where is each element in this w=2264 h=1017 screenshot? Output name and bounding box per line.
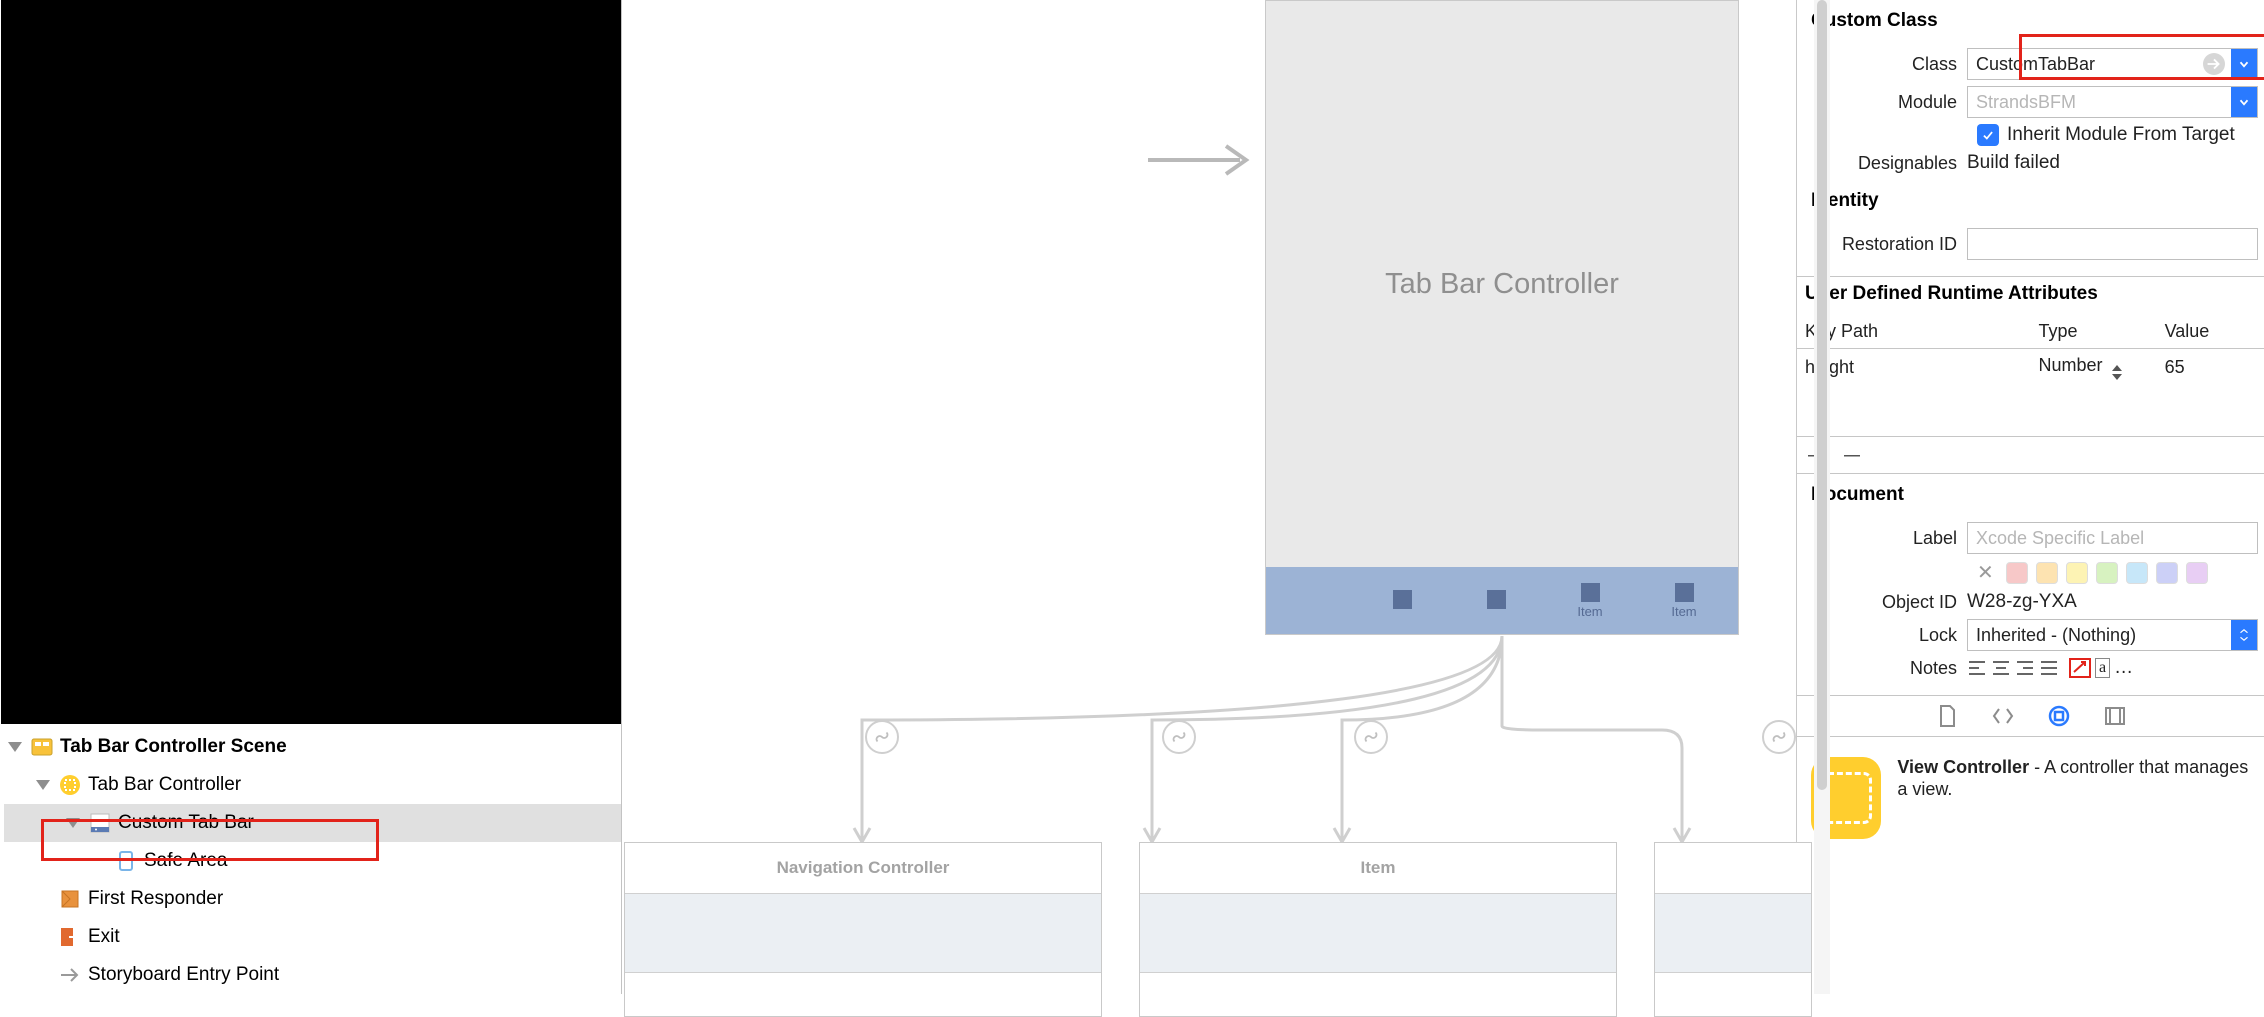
viewcontroller-icon [58,773,82,797]
destination-scene-partial[interactable] [1654,842,1812,1017]
scene-preview[interactable] [1,0,621,724]
outline-scene-label: Tab Bar Controller Scene [60,736,287,758]
dropdown-arrow-icon[interactable] [2231,87,2257,117]
media-library-icon[interactable] [2102,703,2128,729]
stepper-icon[interactable] [2112,365,2122,380]
entry-arrow-icon [1148,142,1258,178]
destination-scene-nav[interactable]: Navigation Controller [624,842,1102,1017]
inherit-label: Inherit Module From Target [2007,124,2235,146]
class-field[interactable]: CustomTabBar [1967,48,2258,80]
link-icon[interactable] [2069,658,2091,678]
segue-connector-icon[interactable] [1354,720,1388,754]
more-icon[interactable]: … [2114,657,2133,679]
outline-item-exit[interactable]: Exit [4,918,621,956]
scrollbar-thumb[interactable] [1817,0,1827,790]
destination-scene-item[interactable]: Item [1139,842,1617,1017]
cell-value: 65 [2157,349,2264,387]
font-a-icon[interactable]: a [2095,658,2110,678]
entrypoint-arrow-icon [58,963,82,987]
color-chip[interactable] [2006,562,2028,584]
restoration-id-field[interactable] [1967,228,2258,260]
label-color-chips: ✕ [1803,560,2258,585]
disclosure-triangle-icon[interactable] [8,742,22,752]
color-chip[interactable] [2126,562,2148,584]
first-responder-icon [58,887,82,911]
align-center-icon[interactable] [1991,658,2011,678]
destination-title [1655,843,1811,893]
object-id-value: W28-zg-YXA [1967,591,2258,613]
color-chip[interactable] [2096,562,2118,584]
file-template-icon[interactable] [1934,703,1960,729]
identity-inspector: Custom Class Class CustomTabBar Module S… [1796,0,2264,994]
class-value: CustomTabBar [1976,54,2203,75]
outline-item-label: Tab Bar Controller [88,774,241,796]
object-library-icon[interactable] [2046,703,2072,729]
segue-connector-icon[interactable] [865,720,899,754]
designables-value: Build failed [1967,152,2258,174]
section-title-identity: Identity [1803,184,2258,222]
dropdown-arrow-icon[interactable] [2231,620,2257,650]
outline-item-controller[interactable]: Tab Bar Controller [4,766,621,804]
disclosure-triangle-icon[interactable] [36,780,50,790]
tabbar-item-icon [88,811,112,835]
outline-scene-row[interactable]: Tab Bar Controller Scene [4,728,621,766]
outline-item-label: Exit [88,926,120,948]
storyboard-scene-icon [30,735,54,759]
library-item-title: View Controller [1897,757,2029,777]
outline-item-first-responder[interactable]: First Responder [4,880,621,918]
vertical-scrollbar[interactable] [1814,0,1830,994]
outline-item-label: Storyboard Entry Point [88,964,279,986]
outline-item-custom-tabbar[interactable]: Custom Tab Bar [4,804,621,842]
doc-label-field[interactable]: Xcode Specific Label [1967,522,2258,554]
module-field[interactable]: StrandsBFM [1967,86,2258,118]
tabbar-controller-scene[interactable]: Tab Bar Controller Item Item [1265,0,1739,635]
code-snippet-icon[interactable] [1990,703,2016,729]
safearea-icon [114,849,138,873]
color-chip[interactable] [2156,562,2178,584]
lock-field[interactable]: Inherited - (Nothing) [1967,619,2258,651]
outline-item-label: Custom Tab Bar [118,812,254,834]
disclosure-triangle-icon[interactable] [66,818,80,828]
segue-connector-icon[interactable] [1162,720,1196,754]
library-item-card[interactable]: View Controller - A controller that mana… [1797,737,2264,859]
outline-item-label: Safe Area [144,850,227,872]
outline-item-entry-point[interactable]: Storyboard Entry Point [4,956,621,994]
align-justify-icon[interactable] [2039,658,2059,678]
color-chip[interactable] [2036,562,2058,584]
interface-builder-canvas[interactable]: Tab Bar Controller Item Item Navigation … [622,0,1796,994]
remove-button[interactable]: － [1841,439,1863,471]
inherit-checkbox[interactable] [1977,124,1999,146]
scene-title: Tab Bar Controller [1266,1,1738,567]
cell-type[interactable]: Number [2031,349,2157,387]
align-right-icon[interactable] [2015,658,2035,678]
color-chip[interactable] [2066,562,2088,584]
destination-title: Navigation Controller [625,843,1101,893]
col-keypath[interactable]: Key Path [1797,315,2031,349]
cell-keypath: height [1797,349,2031,387]
exit-icon [58,925,82,949]
clear-color-button[interactable]: ✕ [1977,560,1994,585]
outline-item-safearea[interactable]: Safe Area [4,842,621,880]
color-chip[interactable] [2186,562,2208,584]
dropdown-arrow-icon[interactable] [2231,49,2257,79]
notes-toolbar[interactable]: a … [1967,657,2258,679]
library-tab-bar [1797,695,2264,737]
table-row[interactable]: height Number 65 [1797,349,2264,387]
col-type[interactable]: Type [2031,315,2157,349]
navigator-panel: Tab Bar Controller Scene Tab Bar Control… [0,0,622,994]
align-left-icon[interactable] [1967,658,1987,678]
section-title-runtime: User Defined Runtime Attributes [1797,277,2264,315]
document-outline: Tab Bar Controller Scene Tab Bar Control… [0,724,621,994]
jump-arrow-icon[interactable] [2203,53,2225,75]
segue-lines [622,600,1812,860]
outline-item-label: First Responder [88,888,223,910]
runtime-attributes-table[interactable]: Key Path Type Value height Number 65 [1797,315,2264,436]
segue-connector-icon[interactable] [1762,720,1796,754]
col-value[interactable]: Value [2157,315,2264,349]
section-title-custom-class: Custom Class [1803,4,2258,42]
destination-title: Item [1140,843,1616,893]
section-title-document: Document [1803,478,2258,516]
